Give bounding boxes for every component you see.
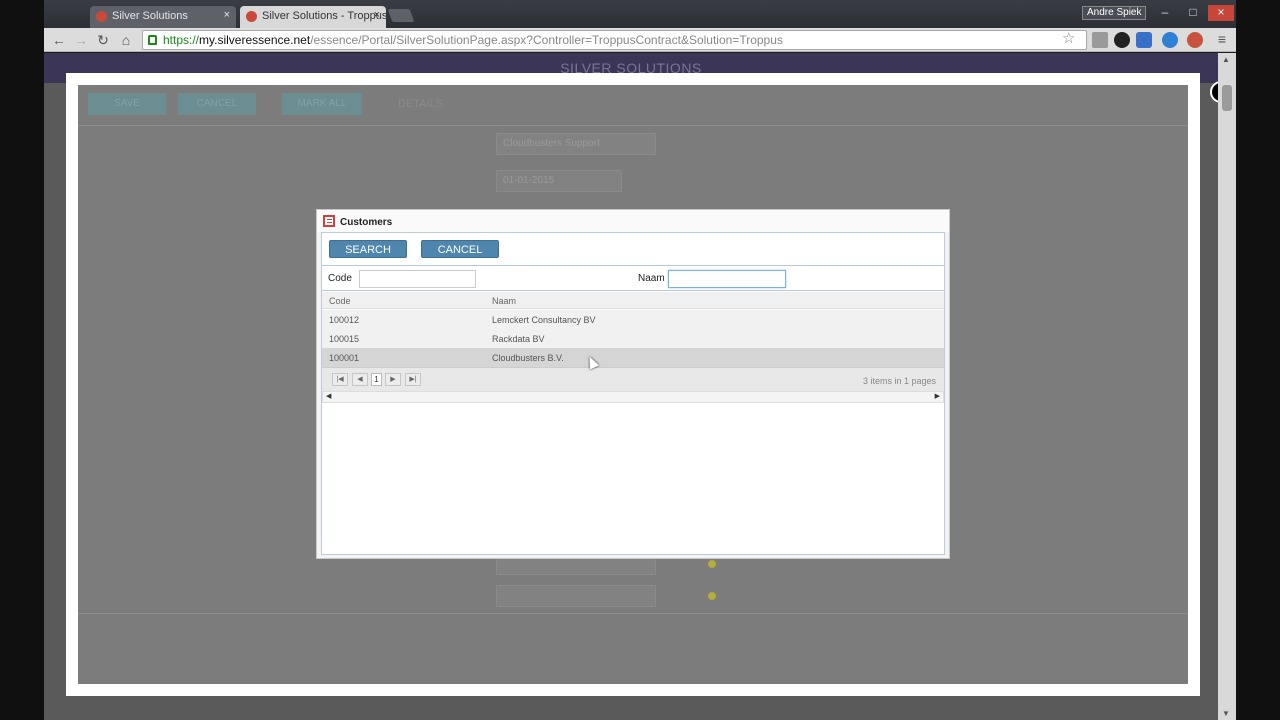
home-icon[interactable]: ⌂ — [117, 31, 135, 49]
customers-dialog: Customers SEARCH CANCEL Code Naam Code N… — [316, 209, 950, 559]
tab-silver-solutions[interactable]: Silver Solutions × — [90, 6, 236, 28]
scroll-thumb[interactable] — [1222, 85, 1232, 111]
ghost-field-4[interactable] — [496, 585, 656, 607]
cell-code: 100012 — [329, 315, 360, 325]
bookmark-star-icon[interactable]: ☆ — [1062, 29, 1075, 47]
window-close-icon[interactable]: × — [1208, 5, 1234, 21]
profile-badge[interactable]: Andre Spiek — [1082, 6, 1147, 20]
details-tab[interactable]: DETAILS — [398, 98, 443, 110]
search-button[interactable]: SEARCH — [329, 240, 407, 258]
tab-label: Silver Solutions - Troppus — [262, 10, 386, 22]
tab-silver-solutions-troppus[interactable]: Silver Solutions - Troppus × — [240, 6, 386, 28]
scroll-up-icon[interactable]: ▲ — [1222, 55, 1230, 64]
table-row[interactable]: 100015 Rackdata BV — [322, 329, 944, 348]
extension-cast-icon[interactable] — [1092, 32, 1108, 48]
tab-strip: Silver Solutions × Silver Solutions - Tr… — [44, 0, 1236, 28]
minimize-icon[interactable]: – — [1152, 5, 1178, 21]
favicon-icon — [246, 11, 257, 22]
dialog-title: Customers — [340, 217, 393, 228]
last-page-icon[interactable]: ▶| — [405, 373, 421, 386]
back-icon[interactable]: ← — [50, 31, 68, 49]
page-scrollbar[interactable]: ▲ ▼ — [1218, 53, 1236, 720]
scroll-left-icon[interactable]: ◀ — [326, 392, 331, 402]
cell-naam: Rackdata BV — [492, 334, 545, 344]
desktop-left-edge — [0, 0, 44, 720]
menu-icon[interactable]: ≡ — [1214, 31, 1230, 47]
cell-code: 100001 — [329, 353, 360, 363]
new-tab-button[interactable] — [387, 9, 415, 22]
cancel-button[interactable]: CANCEL — [178, 93, 256, 115]
extension-red-icon[interactable] — [1187, 32, 1203, 48]
url-scheme: https:// — [163, 33, 200, 47]
divider — [78, 613, 1188, 614]
cell-naam: Lemckert Consultancy BV — [492, 315, 596, 325]
url-path: /essence/Portal/SilverSolutionPage.aspx?… — [310, 33, 783, 47]
dialog-titlebar: Customers — [317, 210, 949, 232]
table-row[interactable]: 100012 Lemckert Consultancy BV — [322, 310, 944, 329]
list-icon — [323, 215, 335, 227]
table-row-selected[interactable]: 100001 Cloudbusters B.V. — [322, 348, 944, 367]
divider — [78, 125, 1188, 126]
cancel-button[interactable]: CANCEL — [421, 240, 499, 258]
status-dot — [708, 592, 716, 600]
dialog-body: SEARCH CANCEL Code Naam Code Naam 100012… — [321, 232, 945, 555]
naam-filter-input[interactable] — [668, 270, 786, 288]
status-dot — [708, 560, 716, 568]
lock-icon — [148, 35, 157, 45]
maximize-icon[interactable]: □ — [1180, 5, 1206, 21]
url-host: my.silveressence.net — [199, 33, 311, 47]
column-header-naam[interactable]: Naam — [492, 296, 516, 306]
tab-close-icon[interactable]: × — [374, 9, 380, 21]
grid-horizontal-scrollbar[interactable]: ◀ ▶ — [322, 391, 944, 403]
next-page-icon[interactable]: ▶ — [385, 373, 401, 386]
filter-row: Code Naam — [322, 265, 944, 291]
reload-icon[interactable]: ↻ — [94, 31, 112, 49]
browser-toolbar: ← → ↻ ⌂ https://my.silveressence.net/ess… — [44, 28, 1236, 52]
start-date-field[interactable]: 01-01-2015 — [496, 170, 622, 192]
scroll-right-icon[interactable]: ▶ — [935, 392, 940, 402]
forward-icon[interactable]: → — [72, 31, 90, 49]
extension-blue-icon[interactable] — [1136, 32, 1152, 48]
extension-dark-icon[interactable] — [1114, 32, 1130, 48]
prev-page-icon[interactable]: ◀ — [352, 373, 368, 386]
scroll-down-icon[interactable]: ▼ — [1222, 709, 1230, 718]
page-number[interactable]: 1 — [371, 373, 382, 386]
contract-name-field[interactable]: Cloudbusters Support — [496, 133, 656, 155]
tab-close-icon[interactable]: × — [224, 9, 230, 21]
desktop-right-edge — [1236, 0, 1280, 720]
code-filter-label: Code — [328, 273, 352, 284]
cell-naam: Cloudbusters B.V. — [492, 353, 564, 363]
grid-body: 100012 Lemckert Consultancy BV 100015 Ra… — [322, 310, 944, 367]
naam-filter-label: Naam — [638, 273, 665, 284]
extension-plus-icon[interactable] — [1162, 32, 1178, 48]
first-page-icon[interactable]: |◀ — [332, 373, 348, 386]
mark-all-button[interactable]: MARK ALL — [282, 93, 362, 115]
favicon-icon — [96, 11, 107, 22]
pager-info: 3 items in 1 pages — [862, 376, 936, 386]
tab-label: Silver Solutions — [112, 10, 188, 22]
grid-header: Code Naam — [322, 292, 944, 309]
address-bar[interactable]: https://my.silveressence.net/essence/Por… — [142, 30, 1087, 50]
cell-code: 100015 — [329, 334, 360, 344]
save-button[interactable]: SAVE — [88, 93, 166, 115]
code-filter-input[interactable] — [359, 270, 476, 288]
pager: |◀ ◀ 1 ▶ ▶| 3 items in 1 pages — [322, 367, 944, 391]
column-header-code[interactable]: Code — [329, 296, 351, 306]
